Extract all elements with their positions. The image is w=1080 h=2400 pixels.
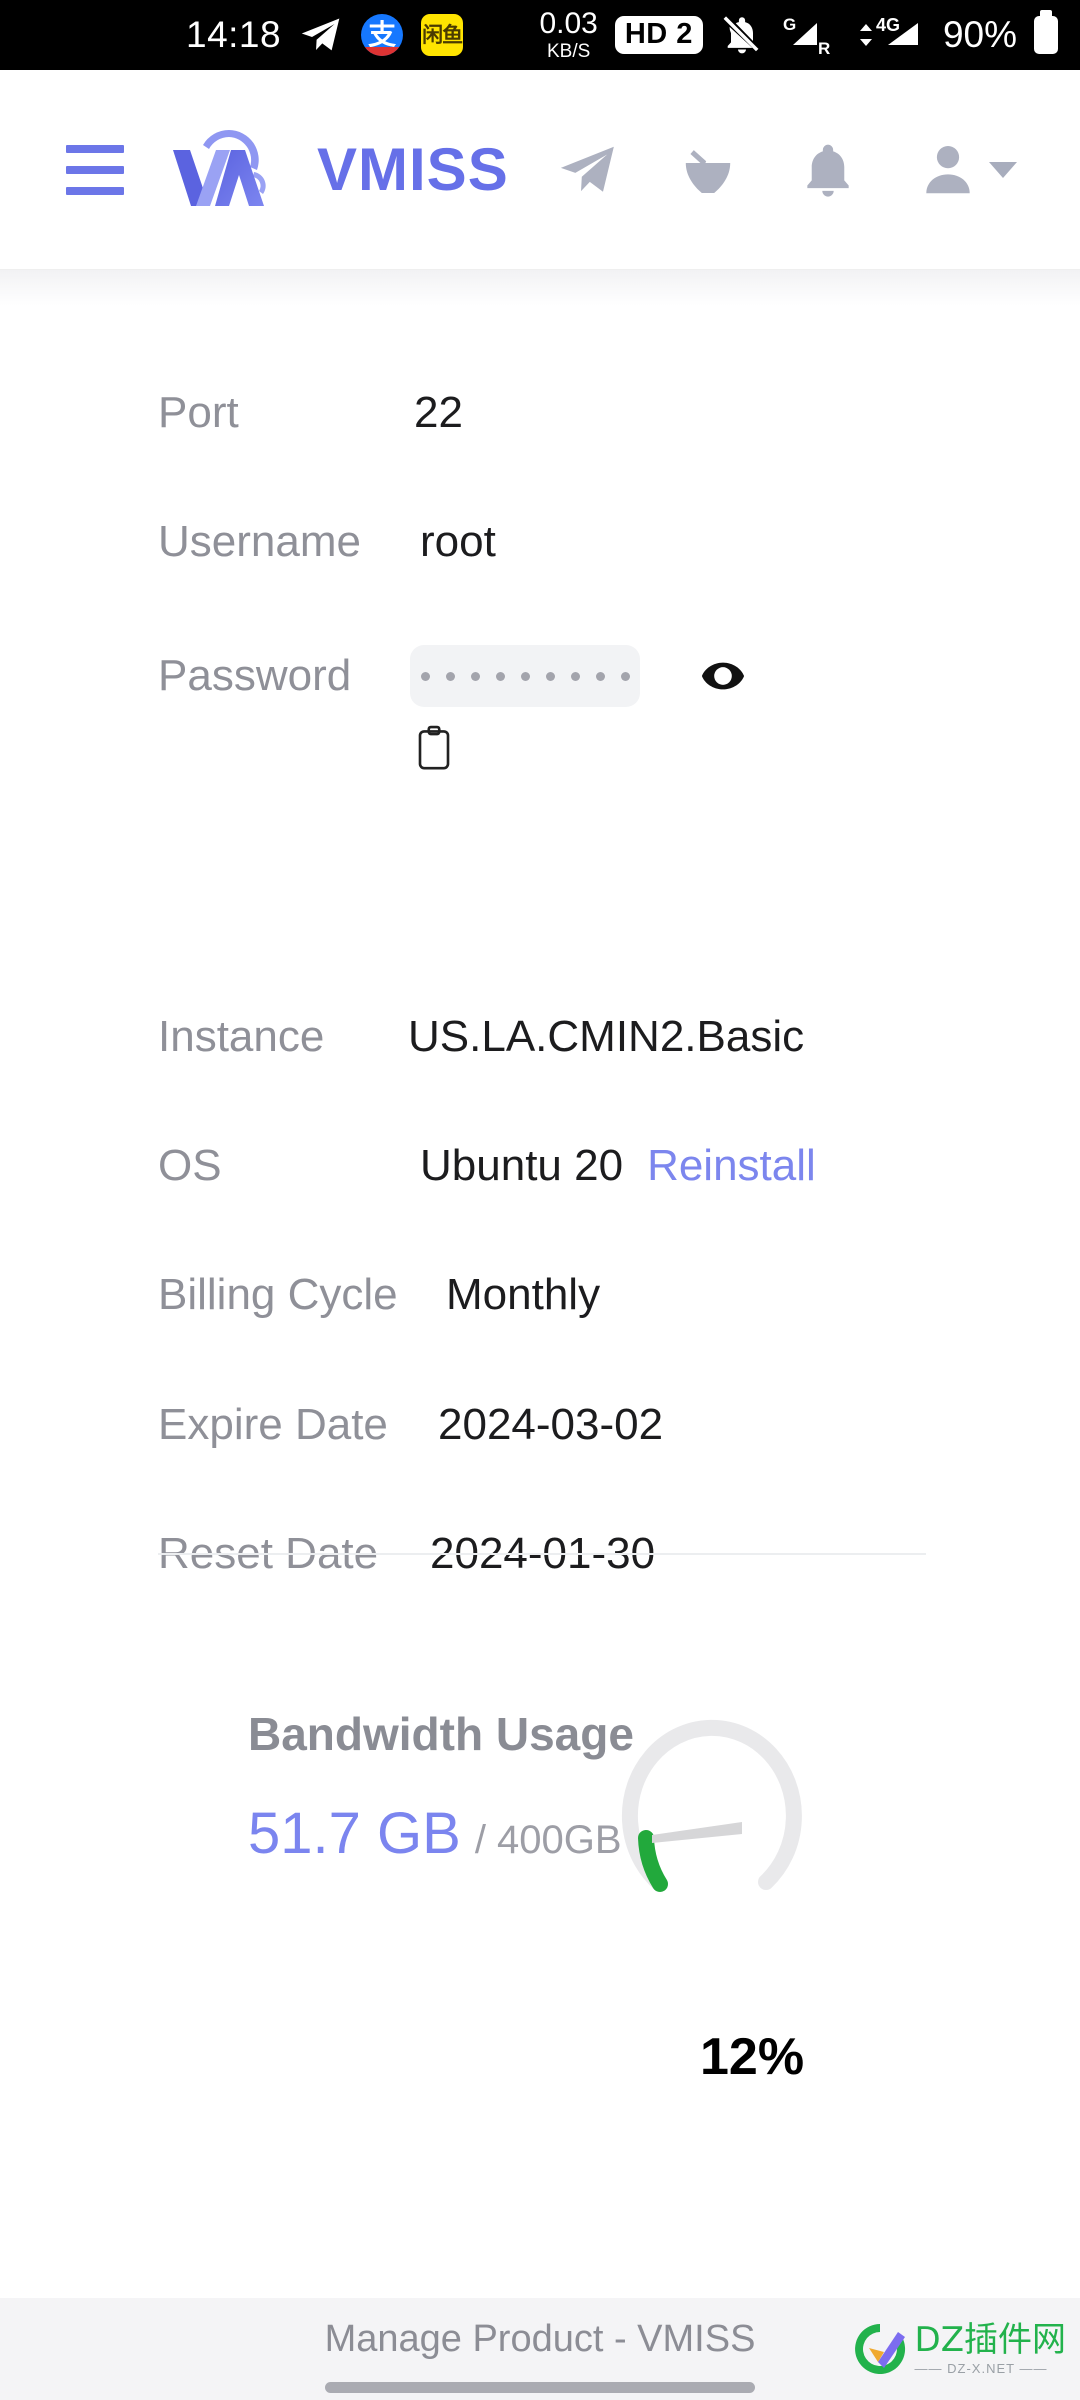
- bandwidth-usage-values: 51.7 GB / 400GB: [248, 1800, 622, 1867]
- brand-name: VMISS: [317, 136, 509, 203]
- detail-row-username: Username root: [158, 517, 496, 567]
- bandwidth-used-value: 51.7 GB: [248, 1801, 461, 1866]
- svg-text:G: G: [783, 15, 796, 34]
- detail-row-instance: Instance US.LA.CMIN2.Basic: [158, 1012, 804, 1062]
- signal-g-roaming-icon: G R: [781, 13, 835, 57]
- expire-date-value: 2024-03-02: [438, 1400, 664, 1449]
- detail-row-port: Port 22: [158, 388, 463, 438]
- instance-label: Instance: [158, 1012, 325, 1061]
- cpu-sparkline-svg: [534, 2285, 834, 2298]
- hamburger-menu-icon[interactable]: [66, 144, 124, 195]
- xianyu-glyph: 闲鱼: [421, 14, 464, 56]
- port-label: Port: [158, 388, 239, 437]
- instance-value: US.LA.CMIN2.Basic: [408, 1012, 805, 1061]
- user-account-icon[interactable]: [917, 139, 1017, 201]
- hd-voice-badge: HD 2: [614, 16, 703, 54]
- bandwidth-usage-title: Bandwidth Usage: [248, 1708, 634, 1760]
- product-details-panel: Port 22 Username root Password Instance …: [0, 270, 1080, 2298]
- panel-top-shadow: [0, 270, 1080, 306]
- chevron-down-icon[interactable]: [988, 161, 1017, 178]
- section-divider: [158, 1553, 926, 1555]
- bandwidth-gauge-chart: [592, 1688, 832, 1923]
- clipboard-copy-icon[interactable]: [413, 725, 455, 776]
- watermark-logo: DZ插件网 —— DZ-X.NET ——: [851, 2320, 1066, 2378]
- password-label: Password: [158, 651, 352, 700]
- alipay-glyph: 支: [361, 14, 404, 56]
- reinstall-link[interactable]: Reinstall: [647, 1141, 816, 1191]
- svg-text:4G: 4G: [876, 15, 900, 35]
- telegram-icon: [299, 13, 343, 57]
- username-value: root: [420, 517, 496, 566]
- svg-text:R: R: [818, 39, 830, 57]
- eye-icon[interactable]: [700, 653, 746, 699]
- password-field[interactable]: [410, 645, 640, 707]
- footer-bar: Manage Product - VMISS DZ插件网 —— DZ-X.NET…: [0, 2298, 1080, 2400]
- status-bar: 14:18 支 闲鱼 0.03 KB/S HD 2 G R 4G 90%: [0, 0, 1080, 70]
- detail-row-expire-date: Expire Date 2024-03-02: [158, 1400, 663, 1450]
- status-bar-left: 14:18 支 闲鱼: [186, 13, 464, 57]
- brand-logo[interactable]: VMISS: [169, 122, 509, 218]
- os-label: OS: [158, 1141, 222, 1190]
- detail-row-password: Password: [158, 645, 746, 707]
- cpu-usage-sparkline: [534, 2285, 834, 2298]
- expire-date-label: Expire Date: [158, 1400, 388, 1449]
- xianyu-icon: 闲鱼: [421, 14, 464, 56]
- port-value: 22: [414, 388, 463, 437]
- signal-4g-icon: 4G: [852, 13, 926, 57]
- detail-row-os: OS Ubuntu 20 Reinstall: [158, 1141, 816, 1191]
- network-speed-unit: KB/S: [547, 41, 591, 62]
- bandwidth-percent-label: 12%: [700, 2028, 805, 2086]
- username-label: Username: [158, 517, 361, 566]
- app-header: VMISS: [0, 70, 1080, 270]
- bell-icon[interactable]: [797, 139, 859, 201]
- network-speed-indicator: 0.03 KB/S: [539, 7, 598, 62]
- alipay-icon: 支: [361, 14, 404, 56]
- watermark-main-text: DZ插件网: [914, 2319, 1066, 2360]
- watermark-text: DZ插件网 —— DZ-X.NET ——: [915, 2323, 1066, 2376]
- header-actions: [557, 139, 1017, 201]
- battery-icon: [1034, 16, 1058, 54]
- telegram-icon[interactable]: [557, 139, 619, 201]
- status-bar-clock: 14:18: [186, 14, 282, 55]
- home-indicator[interactable]: [325, 2382, 755, 2393]
- os-value: Ubuntu 20: [420, 1141, 624, 1190]
- billing-cycle-value: Monthly: [446, 1270, 601, 1319]
- detail-row-billing-cycle: Billing Cycle Monthly: [158, 1270, 600, 1320]
- dz-logo-icon: [854, 2324, 905, 2374]
- network-speed-value: 0.03: [539, 7, 598, 40]
- bell-muted-icon: [720, 13, 764, 57]
- mortar-pestle-icon[interactable]: [677, 139, 739, 201]
- status-bar-right: 0.03 KB/S HD 2 G R 4G 90%: [539, 9, 1058, 61]
- billing-cycle-label: Billing Cycle: [158, 1270, 398, 1319]
- vmiss-logo-mark: [173, 129, 266, 206]
- battery-percent-label: 90%: [942, 14, 1017, 55]
- watermark-sub-text: —— DZ-X.NET ——: [914, 2360, 1048, 2376]
